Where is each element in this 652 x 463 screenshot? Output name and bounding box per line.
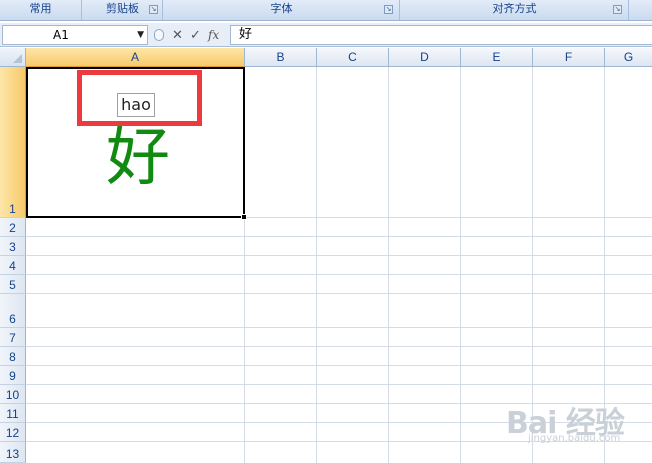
watermark: Bai 经验 jingyan.baidu.com xyxy=(506,398,652,448)
row-number: 3 xyxy=(9,240,16,254)
row-number: 10 xyxy=(5,388,20,402)
select-all-triangle-icon xyxy=(13,54,22,63)
gridline xyxy=(26,274,652,275)
row-header-5[interactable]: 5 xyxy=(0,275,26,294)
formula-bar: A1 ▼ ✕ ✓ fx 好 xyxy=(0,23,652,47)
cancel-icon[interactable]: ✕ xyxy=(172,25,183,45)
column-header-a[interactable]: A xyxy=(26,48,245,67)
row-number: 4 xyxy=(9,259,16,273)
row-header-1[interactable]: 1 xyxy=(0,67,26,218)
ribbon-group-label: 对齐方式 xyxy=(492,3,537,15)
gridline xyxy=(26,327,652,328)
gridline xyxy=(26,293,652,294)
gridline xyxy=(26,255,652,256)
column-header-e[interactable]: E xyxy=(461,48,533,67)
row-header-9[interactable]: 9 xyxy=(0,366,26,385)
ribbon-group-next[interactable] xyxy=(630,0,652,20)
row-header-4[interactable]: 4 xyxy=(0,256,26,275)
alignment-launcher-icon[interactable]: ↘ xyxy=(613,5,622,14)
gridline xyxy=(26,346,652,347)
highlight-annotation xyxy=(77,70,202,126)
ribbon-group-font[interactable]: 字体 ↘ xyxy=(164,0,400,20)
ribbon-group-label: 字体 xyxy=(270,3,293,15)
row-header-2[interactable]: 2 xyxy=(0,218,26,237)
fill-handle[interactable] xyxy=(241,214,247,220)
ribbon-group-common[interactable]: 常用 xyxy=(0,0,82,20)
gridline xyxy=(26,384,652,385)
column-header-d[interactable]: D xyxy=(389,48,461,67)
name-box-value: A1 xyxy=(53,28,69,42)
gridline xyxy=(26,236,652,237)
insert-function-icon[interactable]: fx xyxy=(208,25,219,45)
gridline xyxy=(26,365,652,366)
column-header-g[interactable]: G xyxy=(605,48,652,67)
ribbon-group-bar: 常用 剪贴板 ↘ 字体 ↘ 对齐方式 ↘ xyxy=(0,0,652,21)
ribbon-group-alignment[interactable]: 对齐方式 ↘ xyxy=(401,0,629,20)
watermark-url: jingyan.baidu.com xyxy=(528,433,621,444)
column-header-c[interactable]: C xyxy=(317,48,389,67)
row-header-13[interactable]: 13 xyxy=(0,442,26,463)
row-number: 5 xyxy=(9,278,16,292)
row-number: 12 xyxy=(5,426,20,440)
ribbon-group-clipboard[interactable]: 剪贴板 ↘ xyxy=(83,0,163,20)
row-number: 7 xyxy=(9,331,16,345)
formula-input[interactable]: 好 xyxy=(230,25,652,45)
row-number: 6 xyxy=(9,312,16,326)
column-header-f[interactable]: F xyxy=(533,48,605,67)
select-all-button[interactable] xyxy=(0,48,26,67)
row-number: 8 xyxy=(9,350,16,364)
row-header-8[interactable]: 8 xyxy=(0,347,26,366)
row-number: 1 xyxy=(9,202,16,216)
formula-buttons: ✕ ✓ fx xyxy=(150,25,228,45)
ribbon-group-label: 常用 xyxy=(29,3,52,15)
row-number: 9 xyxy=(9,369,16,383)
cell-a1-text: 好 xyxy=(106,121,170,195)
font-launcher-icon[interactable]: ↘ xyxy=(384,5,393,14)
enter-icon[interactable]: ✓ xyxy=(190,25,201,45)
ribbon-group-label: 剪贴板 xyxy=(106,3,139,15)
row-header-12[interactable]: 12 xyxy=(0,423,26,442)
clipboard-launcher-icon[interactable]: ↘ xyxy=(149,5,158,14)
row-number: 2 xyxy=(9,221,16,235)
column-header-b[interactable]: B xyxy=(245,48,317,67)
row-header-6[interactable]: 6 xyxy=(0,294,26,328)
name-box[interactable]: A1 ▼ xyxy=(2,25,148,45)
row-header-7[interactable]: 7 xyxy=(0,328,26,347)
row-header-3[interactable]: 3 xyxy=(0,237,26,256)
formula-bar-splitter[interactable] xyxy=(154,29,164,41)
chevron-down-icon[interactable]: ▼ xyxy=(137,26,144,44)
row-number: 11 xyxy=(6,407,19,421)
row-number: 13 xyxy=(5,447,20,461)
row-header-11[interactable]: 11 xyxy=(0,404,26,423)
row-header-10[interactable]: 10 xyxy=(0,385,26,404)
